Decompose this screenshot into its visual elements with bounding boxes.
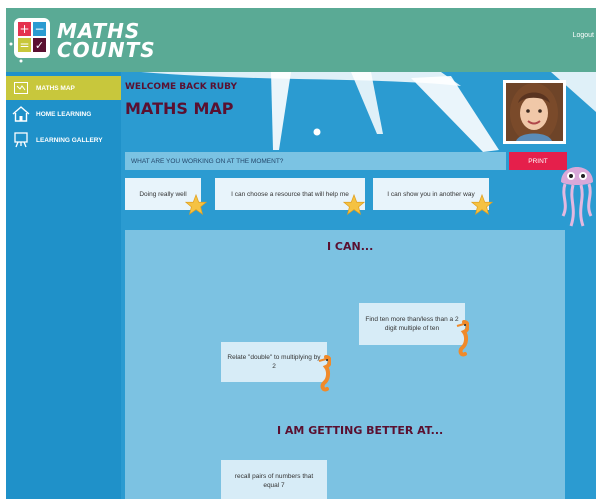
jellyfish-icon — [561, 167, 593, 227]
sidebar-item-label: HOME LEARNING — [36, 110, 92, 118]
avatar[interactable] — [503, 80, 566, 144]
logo[interactable]: + − = ✓ MATHS COUNTS — [8, 14, 158, 68]
page-title: MATHS MAP — [125, 99, 234, 118]
header: + − = ✓ MATHS COUNTS Logout — [6, 8, 596, 72]
maths-map-panel: I CAN... Find ten more than/less than a … — [125, 230, 565, 499]
sidebar-item-learning-gallery[interactable]: LEARNING GALLERY — [6, 128, 121, 152]
home-icon — [10, 103, 32, 125]
svg-text:+: + — [19, 22, 29, 36]
section-heading-getting-better: I AM GETTING BETTER AT... — [277, 424, 444, 437]
sidebar: MATHS MAP HOME LEARNING LEARNING GALLERY — [6, 72, 121, 499]
logo-wordmark: MATHS COUNTS — [57, 21, 156, 62]
card-relate-double[interactable]: Relate "double" to multiplying by 2 — [221, 342, 327, 382]
question-bar: WHAT ARE YOU WORKING ON AT THE MOMENT? — [125, 152, 506, 170]
logo-line-2: COUNTS — [57, 38, 156, 62]
main-content: WELCOME BACK RUBY MATHS MAP WHAT ARE YOU… — [121, 72, 596, 499]
svg-text:−: − — [34, 22, 44, 36]
star-icon — [471, 194, 493, 216]
app-window: + − = ✓ MATHS COUNTS Logout MATHS MAP HO… — [6, 8, 596, 499]
logout-link[interactable]: Logout — [573, 32, 594, 39]
sidebar-item-label: MATHS MAP — [36, 84, 75, 92]
svg-text:=: = — [19, 38, 29, 52]
sidebar-item-maths-map[interactable]: MATHS MAP — [6, 76, 121, 100]
map-icon — [10, 77, 32, 99]
seahorse-icon — [456, 320, 469, 357]
card-find-ten-more[interactable]: Find ten more than/less than a 2 digit m… — [359, 303, 465, 345]
welcome-message: WELCOME BACK RUBY — [125, 82, 237, 92]
easel-icon — [10, 129, 32, 151]
card-recall-pairs[interactable]: recall pairs of numbers that equal 7 — [221, 460, 327, 499]
sidebar-item-home-learning[interactable]: HOME LEARNING — [6, 102, 121, 126]
logo-icon: + − = ✓ — [9, 18, 50, 63]
section-heading-i-can: I CAN... — [327, 240, 374, 253]
seahorse-icon — [318, 355, 331, 392]
sidebar-item-label: LEARNING GALLERY — [36, 136, 103, 144]
star-icon — [343, 194, 365, 216]
svg-text:✓: ✓ — [35, 39, 44, 52]
star-icon — [185, 194, 207, 216]
profile-photo — [506, 83, 563, 141]
